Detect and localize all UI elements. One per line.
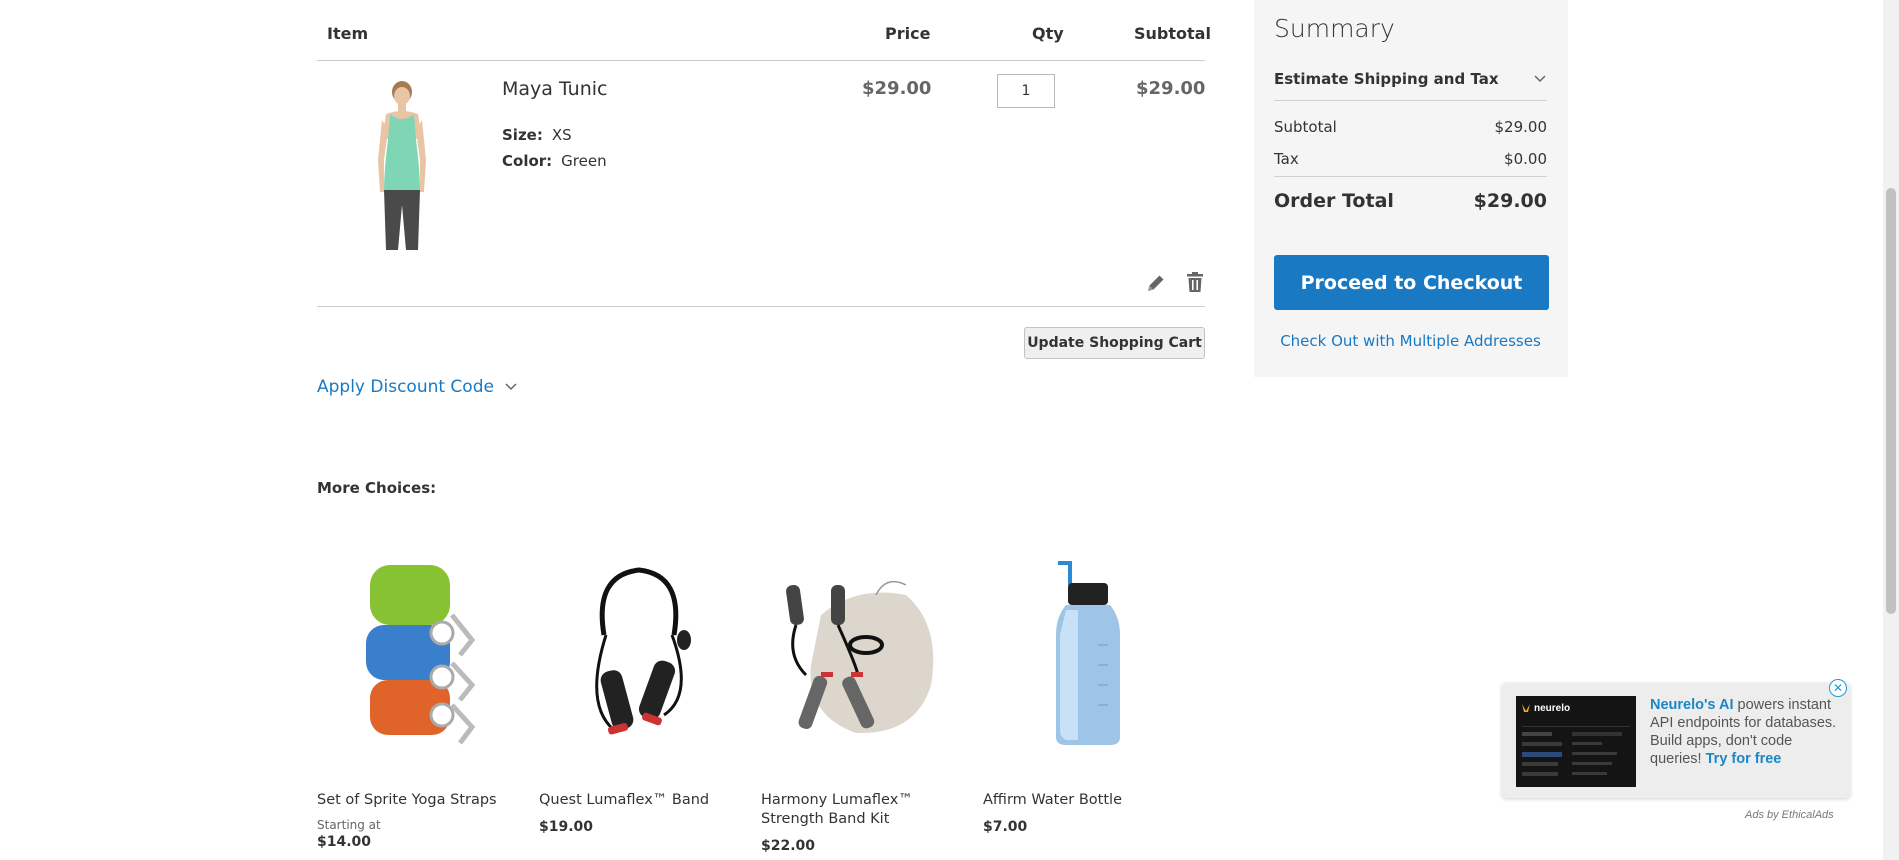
divider [1274,176,1547,177]
col-header-qty: Qty [1032,24,1064,43]
more-choices-title: More Choices: [317,479,437,497]
chevron-down-icon [505,383,517,391]
product-card-price: $14.00 [317,834,372,850]
product-image[interactable] [350,80,455,250]
product-card-price: $7.00 [983,819,1028,835]
product-card[interactable]: Harmony Lumaflex™ Strength Band Kit $22.… [761,555,971,854]
ad-logo-text: neurelo [1534,703,1571,714]
product-card-name[interactable]: Affirm Water Bottle [983,791,1193,810]
summary-title: Summary [1274,14,1395,43]
apply-discount-toggle[interactable]: Apply Discount Code [317,377,518,397]
col-header-subtotal: Subtotal [1134,24,1211,43]
divider [1274,100,1547,101]
order-summary: Summary Estimate Shipping and Tax Subtot… [1254,0,1568,377]
product-image[interactable] [544,555,734,750]
product-card-price: $22.00 [761,838,816,854]
divider [317,60,1205,61]
qty-input[interactable] [997,74,1055,108]
option-color: Color: Green [502,152,607,170]
col-header-item: Item [327,24,369,43]
product-name[interactable]: Maya Tunic [502,78,608,100]
update-cart-button[interactable]: Update Shopping Cart [1024,327,1205,359]
tax-value: $0.00 [1504,150,1547,168]
product-card[interactable]: Quest Lumaflex™ Band $19.00 [539,555,749,835]
product-card[interactable]: Affirm Water Bottle $7.00 [983,555,1193,835]
scrollbar-thumb[interactable] [1886,188,1896,614]
chevron-down-icon [1534,75,1546,83]
product-card-name[interactable]: Quest Lumaflex™ Band [539,791,749,810]
order-total-label: Order Total [1274,190,1394,212]
option-value: XS [551,126,572,144]
product-image[interactable] [988,555,1178,750]
estimate-shipping-toggle[interactable]: Estimate Shipping and Tax [1274,70,1547,88]
subtotal-label: Subtotal [1274,118,1337,136]
ad-text[interactable]: Neurelo's AI powers instant API endpoint… [1650,696,1840,768]
ad-cta-link[interactable]: Try for free [1706,751,1782,767]
subtotal-value: $29.00 [1494,118,1548,136]
order-total-value: $29.00 [1473,190,1547,212]
ad-close-icon[interactable]: ✕ [1829,679,1847,697]
ad-brand[interactable]: Neurelo's AI [1650,697,1734,713]
ad-image[interactable]: neurelo [1516,696,1636,787]
apply-discount-label: Apply Discount Code [317,377,494,397]
ethical-ad[interactable]: neurelo Neurelo's AI powers instant API … [1502,683,1850,798]
option-value: Green [561,152,607,170]
product-image[interactable] [766,555,956,750]
ad-footer[interactable]: Ads by EthicalAds [1745,809,1834,821]
col-header-price: Price [885,24,931,43]
option-label: Size: [502,126,543,144]
product-card-name[interactable]: Set of Sprite Yoga Straps [317,791,527,810]
multi-address-checkout-link[interactable]: Check Out with Multiple Addresses [1274,332,1547,350]
pencil-icon[interactable] [1144,271,1168,295]
product-card-name[interactable]: Harmony Lumaflex™ Strength Band Kit [761,791,971,829]
trash-icon[interactable] [1183,270,1207,294]
tax-label: Tax [1274,150,1299,168]
item-subtotal: $29.00 [1136,78,1206,99]
product-card[interactable]: Set of Sprite Yoga Straps Starting at $1… [317,555,527,850]
product-image[interactable] [322,555,512,750]
divider [317,306,1205,307]
price-starting-label: Starting at [317,818,381,832]
estimate-shipping-label: Estimate Shipping and Tax [1274,70,1499,88]
product-card-price: $19.00 [539,819,594,835]
option-label: Color: [502,152,553,170]
option-size: Size: XS [502,126,572,144]
item-price: $29.00 [862,78,932,99]
proceed-to-checkout-button[interactable]: Proceed to Checkout [1274,255,1549,310]
